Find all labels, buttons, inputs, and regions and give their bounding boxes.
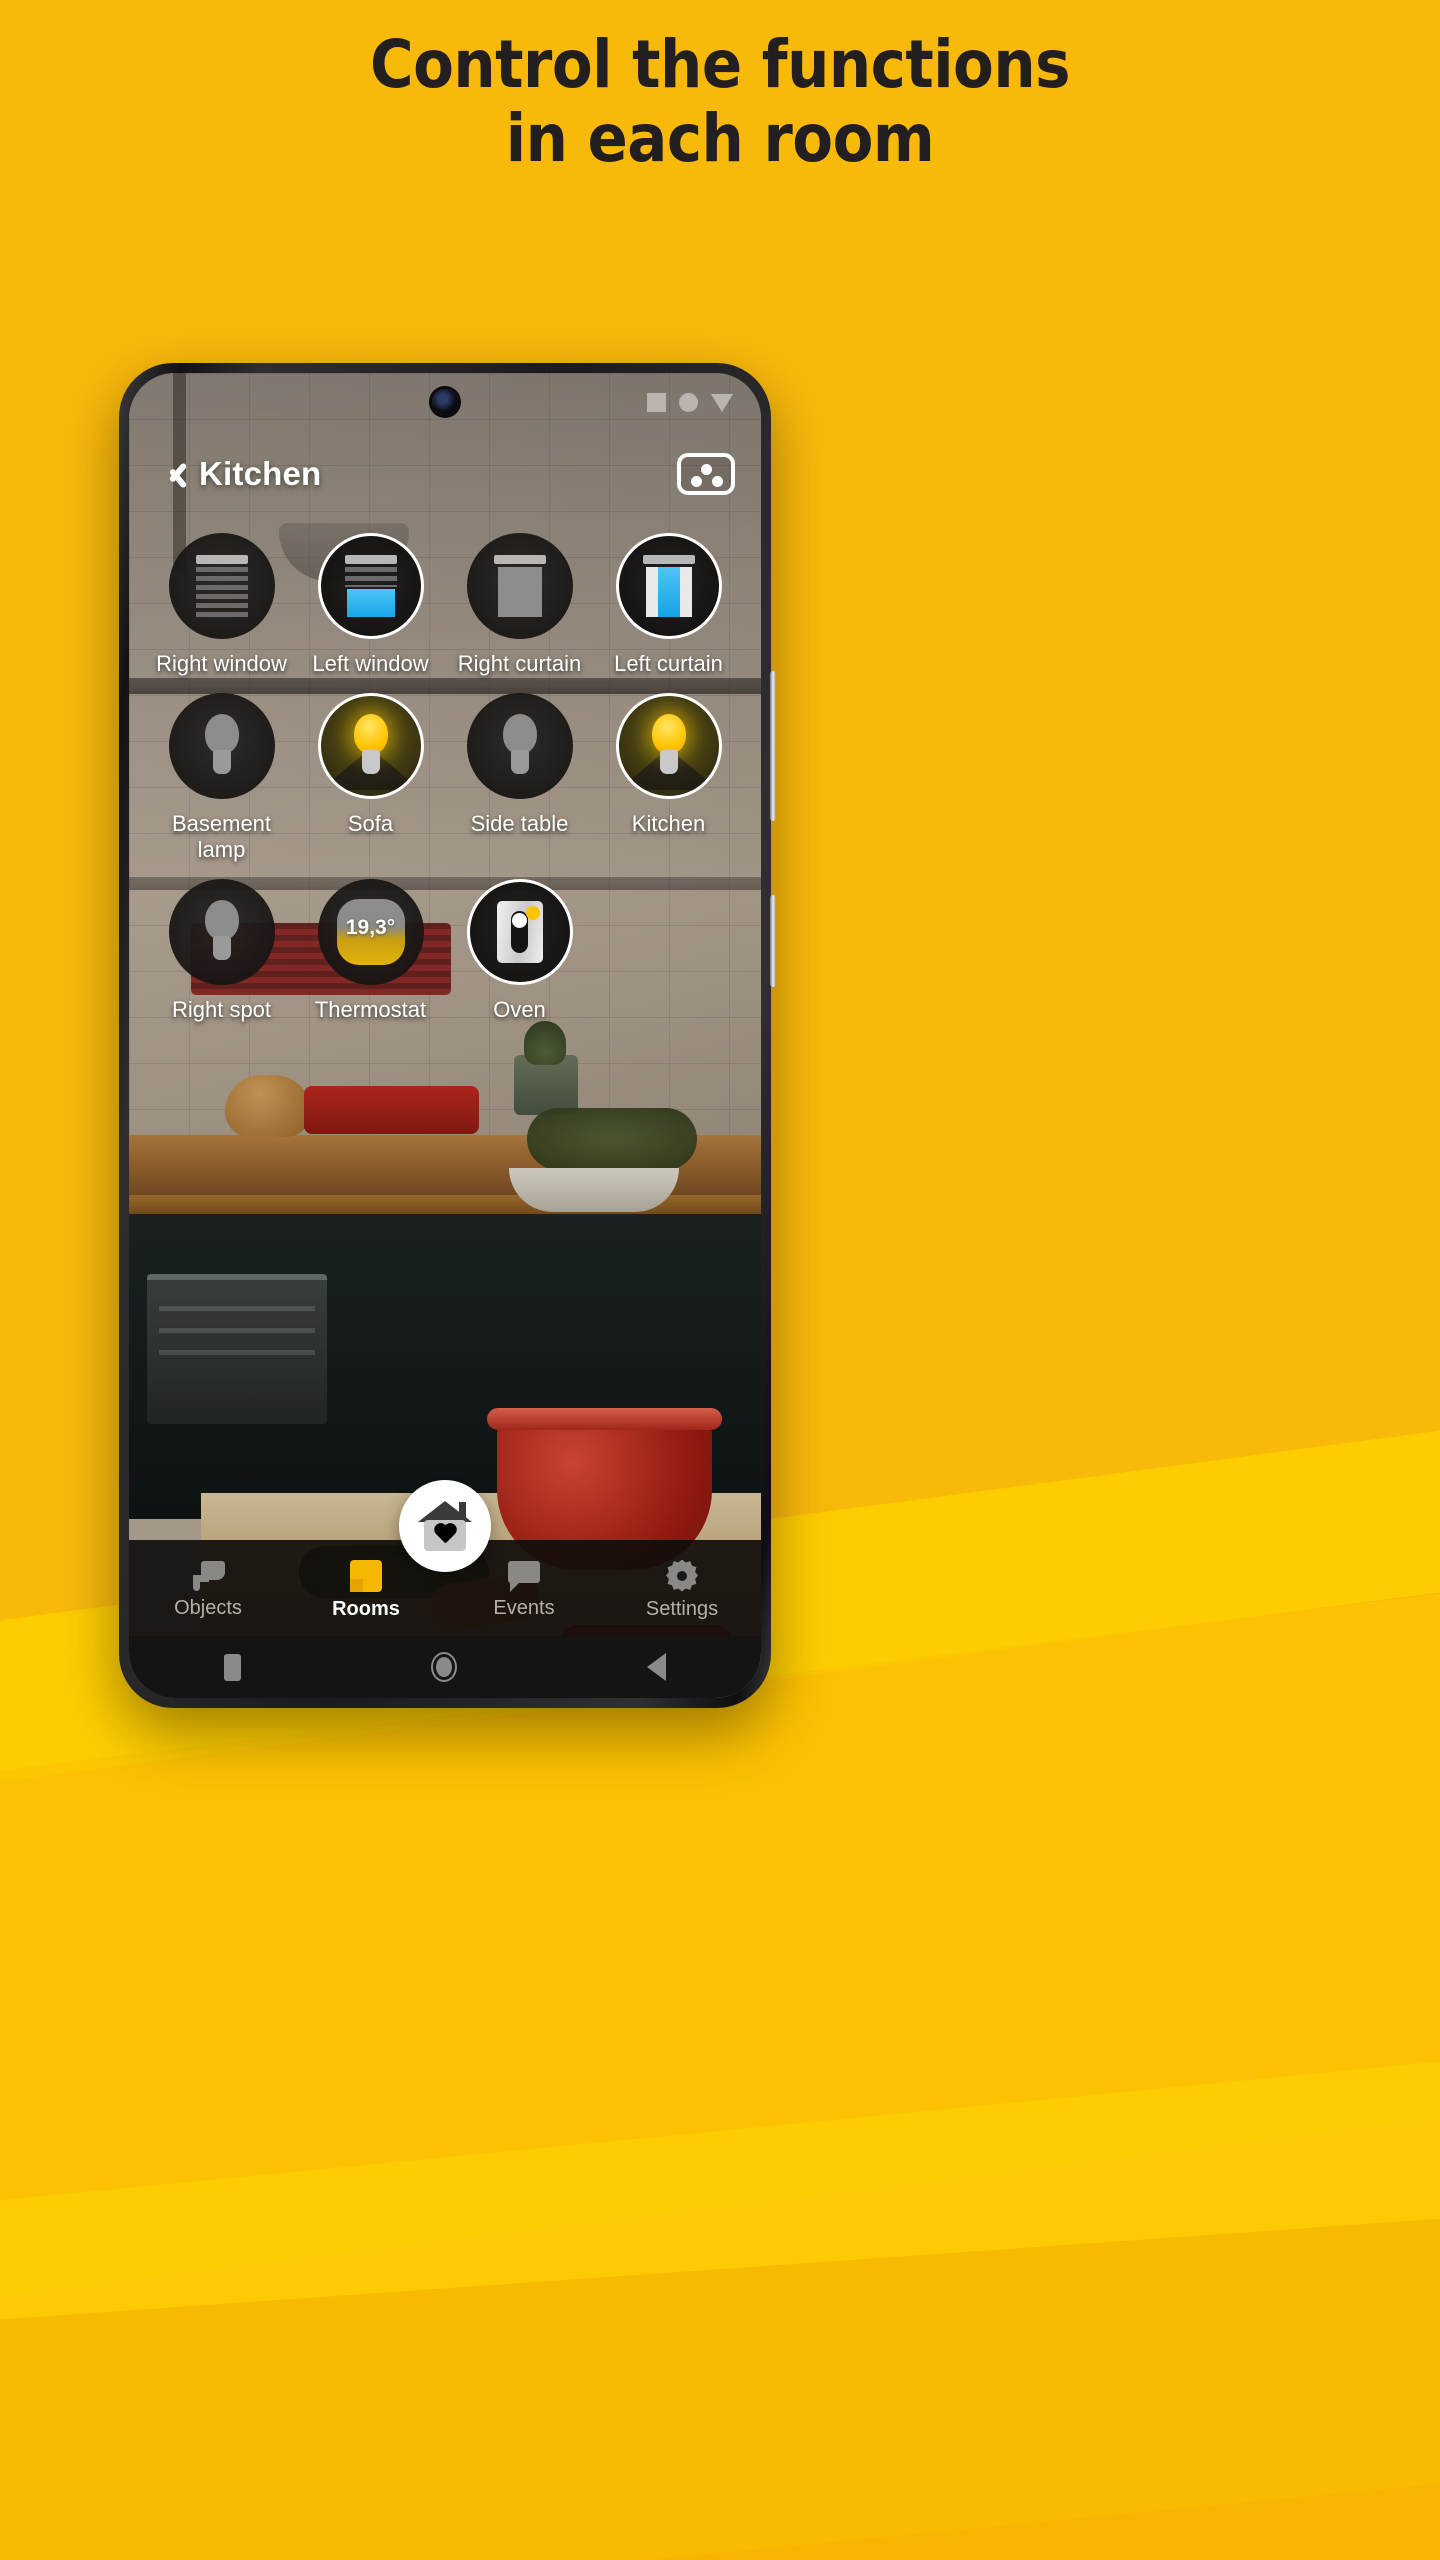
device-label: Sofa [347,810,394,836]
thermostat-value: 19,3° [345,915,396,939]
device-label: Oven [493,996,546,1022]
circle-icon [679,393,698,412]
device-tile-sofa[interactable]: Sofa [296,692,445,863]
headline-line-1: Control the functions [370,26,1070,103]
device-row: Right window Left window Right curtain L… [147,533,743,677]
device-puck[interactable] [317,533,424,639]
bulb-on-icon [320,713,421,790]
device-label: Right window [156,651,287,676]
chat-icon [508,1560,540,1592]
blind-closed-icon [195,555,248,617]
android-navigation-bar [129,1636,761,1698]
phone-mockup: Kitchen Right window Left window Right c… [119,363,776,1708]
nav-item-objects[interactable]: Objects [129,1540,287,1636]
device-tile-empty [594,879,743,1023]
device-grid: Right window Left window Right curtain L… [129,533,761,1039]
app-header: Kitchen [129,437,761,511]
device-tile-left-curtain[interactable]: Left curtain [594,533,743,677]
device-label: Basement lamp [171,810,272,862]
device-puck[interactable] [168,878,275,985]
device-label: Right curtain [457,651,582,676]
device-tile-oven[interactable]: Oven [445,878,594,1023]
bulb-on-icon [618,713,719,790]
room-icon [350,1559,382,1592]
scenes-dots-icon[interactable] [677,453,735,495]
oven-icon [496,900,543,963]
device-tile-left-window[interactable]: Left window [296,533,445,677]
nav-item-settings[interactable]: Settings [603,1540,761,1636]
square-icon [647,393,666,412]
device-puck[interactable] [168,692,275,799]
bulb-off-icon [492,713,548,778]
device-puck[interactable] [615,533,722,639]
device-puck[interactable]: 19,3° [317,878,424,985]
home-fab-button[interactable] [399,1480,491,1572]
device-label: Thermostat [314,996,427,1022]
phone-screen: Kitchen Right window Left window Right c… [129,373,761,1698]
front-camera-icon [432,389,458,415]
device-puck[interactable] [466,692,573,799]
nav-label: Settings [645,1597,719,1620]
device-label: Right spot [171,996,272,1022]
square-icon[interactable] [224,1653,241,1681]
device-tile-kitchen-light[interactable]: Kitchen [594,692,743,863]
device-tile-side-table[interactable]: Side table [445,692,594,863]
device-puck[interactable] [466,533,573,639]
device-tile-basement-lamp[interactable]: Basement lamp [147,692,296,863]
bulb-off-icon [194,713,250,778]
device-puck[interactable] [615,692,722,799]
headline-line-2: in each room [505,99,935,177]
nav-label: Objects [174,1596,242,1619]
device-label: Side table [470,810,569,836]
home-heart-icon [418,1501,472,1551]
device-tile-right-window[interactable]: Right window [147,533,296,677]
thermostat-icon: 19,3° [336,898,405,965]
volume-button[interactable] [770,671,776,821]
device-row: Right spot 19,3° Thermostat Oven [147,878,743,1023]
bulb-off-icon [194,899,250,964]
device-label: Left curtain [614,651,723,676]
device-tile-thermostat[interactable]: 19,3° Thermostat [296,878,445,1023]
blind-open-icon [344,555,397,617]
triangle-left-icon[interactable] [647,1653,666,1681]
nav-label: Rooms [332,1597,400,1620]
triangle-down-icon [711,393,733,412]
gear-icon [666,1559,698,1592]
status-icons [647,393,733,412]
nav-label: Events [493,1596,555,1619]
chevron-left-icon[interactable] [155,457,189,491]
device-label: Left window [312,651,429,676]
camera-icon [191,1560,225,1591]
promo-headline: Control the functions in each room [0,28,1440,176]
power-button[interactable] [770,895,776,987]
curtain-open-icon [642,555,695,617]
system-status-bar [129,373,761,431]
device-puck[interactable] [317,692,424,799]
device-tile-right-spot[interactable]: Right spot [147,878,296,1023]
curtain-closed-icon [493,555,546,617]
device-tile-right-curtain[interactable]: Right curtain [445,533,594,677]
device-row: Basement lamp Sofa Side table Kitchen [147,692,743,863]
device-label: Kitchen [631,810,706,836]
device-puck[interactable] [466,878,573,985]
page-title: Kitchen [199,455,322,492]
circle-icon[interactable] [431,1652,457,1682]
device-puck[interactable] [168,533,275,639]
